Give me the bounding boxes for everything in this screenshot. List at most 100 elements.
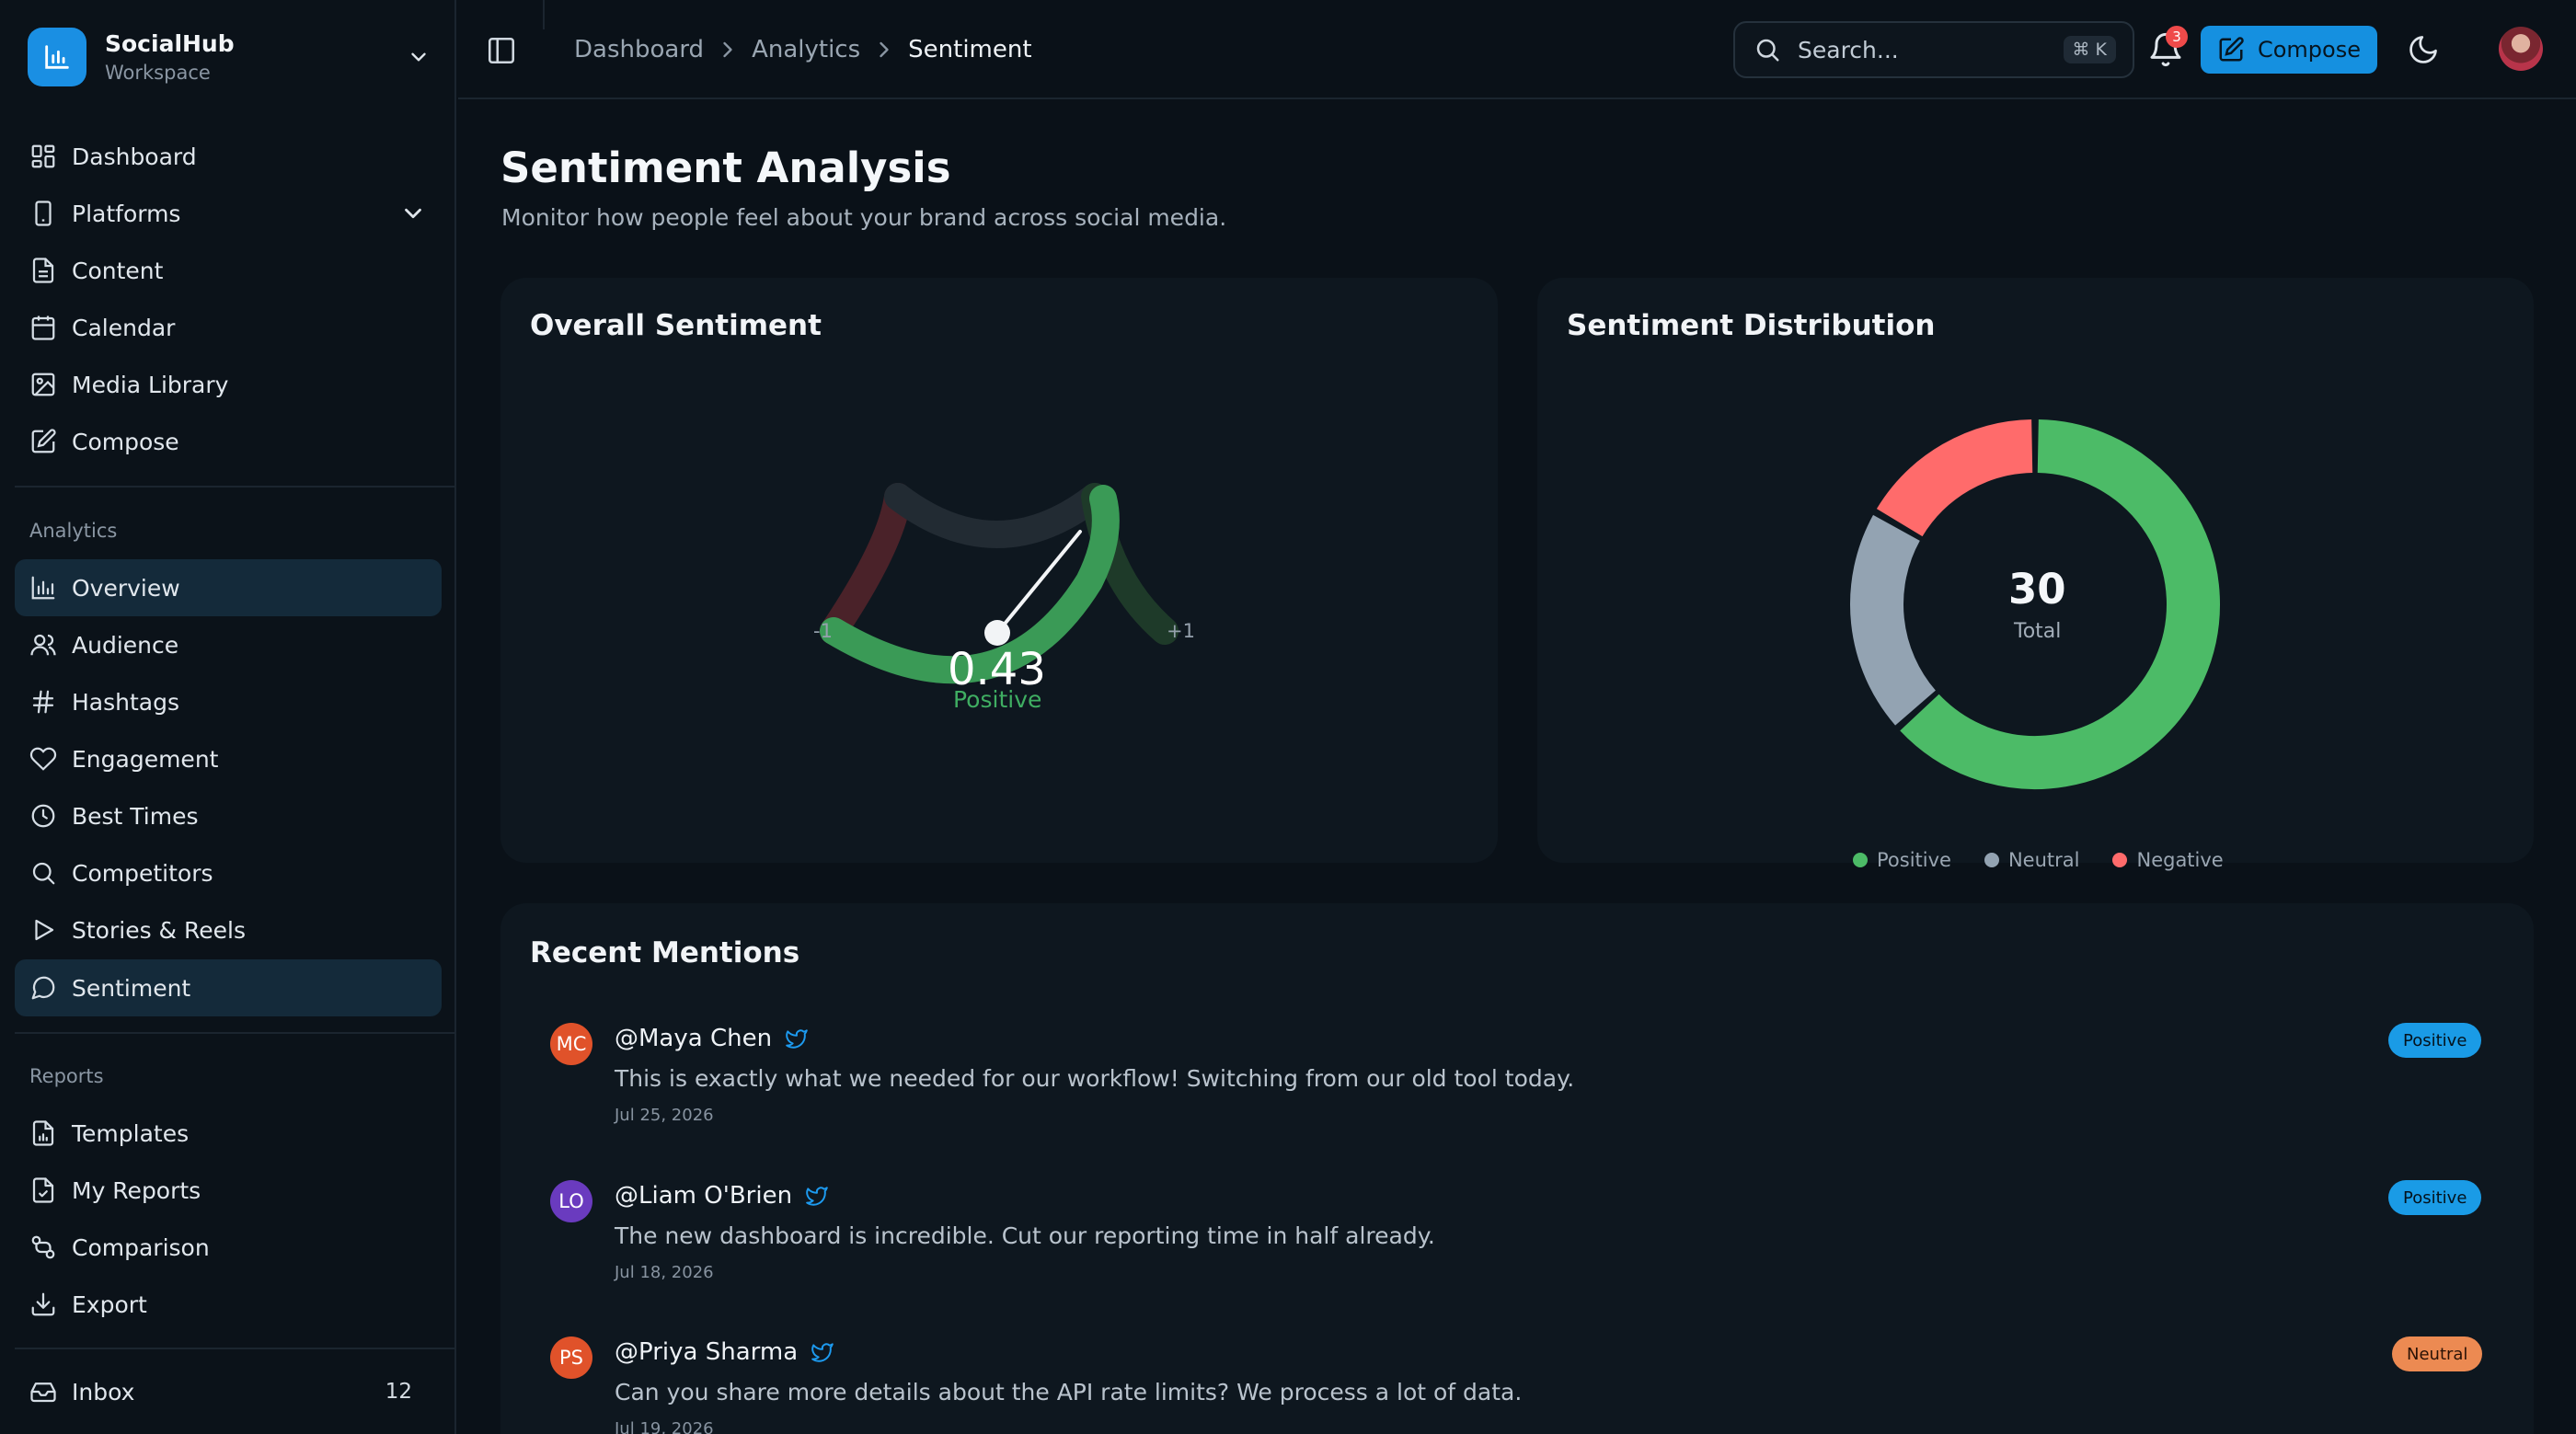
- sidebar-item-label: Sentiment: [72, 974, 191, 1002]
- inbox-icon: [30, 1382, 56, 1403]
- card-title: Recent Mentions: [530, 936, 800, 969]
- mention-text: This is exactly what we needed for our w…: [615, 1065, 1575, 1092]
- search-shortcut: ⌘ K: [2063, 36, 2116, 63]
- sidebar-item-comparison[interactable]: Comparison: [15, 1219, 442, 1276]
- donut-slice-neutral[interactable]: [1850, 514, 1937, 726]
- gauge-track-neutral: [884, 483, 1109, 548]
- avatar: PS: [550, 1336, 592, 1379]
- mention-author: @Maya Chen: [615, 1025, 773, 1052]
- play-icon: [35, 919, 54, 941]
- topbar: Dashboard Analytics Sentiment Search... …: [458, 0, 2576, 99]
- sentiment-gauge: [820, 483, 1179, 684]
- edit-icon: [31, 429, 56, 453]
- sidebar-item-overview[interactable]: Overview: [15, 559, 442, 616]
- sidebar-item-my-reports[interactable]: My Reports: [15, 1162, 442, 1219]
- twitter-icon: [811, 1343, 834, 1362]
- inbox-count: 12: [385, 1380, 412, 1404]
- avatar: MC: [550, 1023, 592, 1065]
- sidebar-item-label: Engagement: [72, 745, 219, 773]
- mention-author: @Liam O'Brien: [615, 1182, 793, 1210]
- workspace-switcher[interactable]: SocialHub Workspace: [28, 26, 432, 88]
- breadcrumb-analytics[interactable]: Analytics: [752, 36, 860, 63]
- gauge-label: Positive: [953, 686, 1042, 713]
- breadcrumb-dashboard[interactable]: Dashboard: [574, 36, 704, 63]
- notification-badge: 3: [2166, 26, 2188, 48]
- sidebar-item-content[interactable]: Content: [15, 242, 442, 299]
- compose-button-label: Compose: [2257, 37, 2361, 63]
- search-icon: [32, 862, 55, 885]
- avatar[interactable]: [2499, 27, 2543, 71]
- chevron-down-icon: [405, 43, 432, 71]
- sidebar-item-inbox[interactable]: Inbox 12: [15, 1363, 442, 1420]
- sidebar-divider: [15, 1032, 456, 1034]
- sidebar-item-label: Inbox: [72, 1378, 135, 1405]
- sidebar-item-media-library[interactable]: Media Library: [15, 356, 442, 413]
- donut-slice-negative[interactable]: [1876, 419, 2034, 537]
- topbar-divider: [543, 0, 545, 29]
- sidebar-item-label: Compose: [72, 428, 179, 455]
- sidebar-item-stories-reels[interactable]: Stories & Reels: [15, 901, 442, 958]
- image-icon: [31, 373, 55, 396]
- sidebar-item-label: Overview: [72, 574, 180, 602]
- sidebar-item-label: Templates: [72, 1119, 190, 1147]
- sidebar-item-label: My Reports: [72, 1176, 201, 1204]
- breadcrumb: Dashboard Analytics Sentiment: [574, 29, 1032, 70]
- donut-total: 30: [2008, 565, 2066, 614]
- legend-item-positive: Positive: [1853, 849, 1951, 871]
- download-icon: [31, 1292, 55, 1316]
- sidebar-item-label: Content: [72, 257, 164, 284]
- sidebar-item-calendar[interactable]: Calendar: [15, 299, 442, 356]
- sidebar-divider: [15, 1348, 456, 1349]
- chevron-down-icon: [405, 208, 421, 219]
- sidebar: SocialHub Workspace Dashboard Platforms …: [0, 0, 456, 1434]
- list-item[interactable]: PS @Priya Sharma Can you share more deta…: [550, 1336, 2483, 1434]
- smartphone-icon: [35, 201, 52, 226]
- gauge-max-label: +1: [1167, 620, 1195, 642]
- sentiment-distribution-card: Sentiment Distribution 30 Total: [1537, 278, 2534, 863]
- sidebar-item-label: Comparison: [72, 1233, 210, 1261]
- clock-icon: [31, 804, 55, 828]
- legend-item-neutral: Neutral: [1984, 849, 2079, 871]
- sidebar-toggle-icon[interactable]: [486, 35, 517, 66]
- sidebar-item-competitors[interactable]: Competitors: [15, 844, 442, 901]
- sidebar-item-engagement[interactable]: Engagement: [15, 730, 442, 787]
- sidebar-item-label: Stories & Reels: [72, 916, 246, 944]
- sidebar-divider: [15, 486, 456, 488]
- list-item[interactable]: MC @Maya Chen This is exactly what we ne…: [550, 1023, 2482, 1161]
- sidebar-item-label: Dashboard: [72, 143, 197, 170]
- sidebar-item-best-times[interactable]: Best Times: [15, 787, 442, 844]
- calendar-icon: [31, 315, 55, 340]
- twitter-icon: [786, 1029, 808, 1049]
- sidebar-item-platforms[interactable]: Platforms: [15, 185, 442, 242]
- page-subtitle: Monitor how people feel about your brand…: [501, 204, 1227, 231]
- mention-text: Can you share more details about the API…: [615, 1379, 1523, 1405]
- search-input[interactable]: Search... ⌘ K: [1733, 21, 2134, 78]
- sidebar-item-audience[interactable]: Audience: [15, 616, 442, 673]
- page-title: Sentiment Analysis: [500, 143, 951, 192]
- dashboard-icon: [31, 144, 55, 168]
- mention-author: @Priya Sharma: [615, 1338, 799, 1366]
- status-badge: Positive: [2388, 1023, 2482, 1058]
- overall-sentiment-card: Overall Sentiment -1 +1 0.43 Positive: [500, 278, 1498, 863]
- message-circle-icon: [31, 976, 55, 1000]
- gauge-track-negative: [820, 483, 912, 645]
- workspace-name: SocialHub: [105, 30, 235, 57]
- avatar: LO: [550, 1180, 592, 1222]
- compose-button[interactable]: Compose: [2201, 26, 2377, 74]
- status-badge: Neutral: [2392, 1336, 2483, 1371]
- sidebar-item-dashboard[interactable]: Dashboard: [15, 128, 442, 185]
- git-compare-icon: [31, 1235, 55, 1259]
- moon-icon[interactable]: [2407, 33, 2440, 66]
- sidebar-item-hashtags[interactable]: Hashtags: [15, 673, 442, 730]
- donut-total-label: Total: [2014, 620, 2062, 643]
- sidebar-item-sentiment[interactable]: Sentiment: [15, 959, 442, 1016]
- hash-icon: [32, 690, 54, 714]
- sidebar-item-label: Calendar: [72, 314, 176, 341]
- gauge-needle-hub: [984, 620, 1010, 646]
- heart-icon: [29, 747, 57, 771]
- users-icon: [30, 634, 56, 656]
- sidebar-item-templates[interactable]: Templates: [15, 1105, 442, 1162]
- sidebar-item-export[interactable]: Export: [15, 1276, 442, 1333]
- sidebar-item-compose[interactable]: Compose: [15, 413, 442, 470]
- list-item[interactable]: LO @Liam O'Brien The new dashboard is in…: [550, 1180, 2482, 1318]
